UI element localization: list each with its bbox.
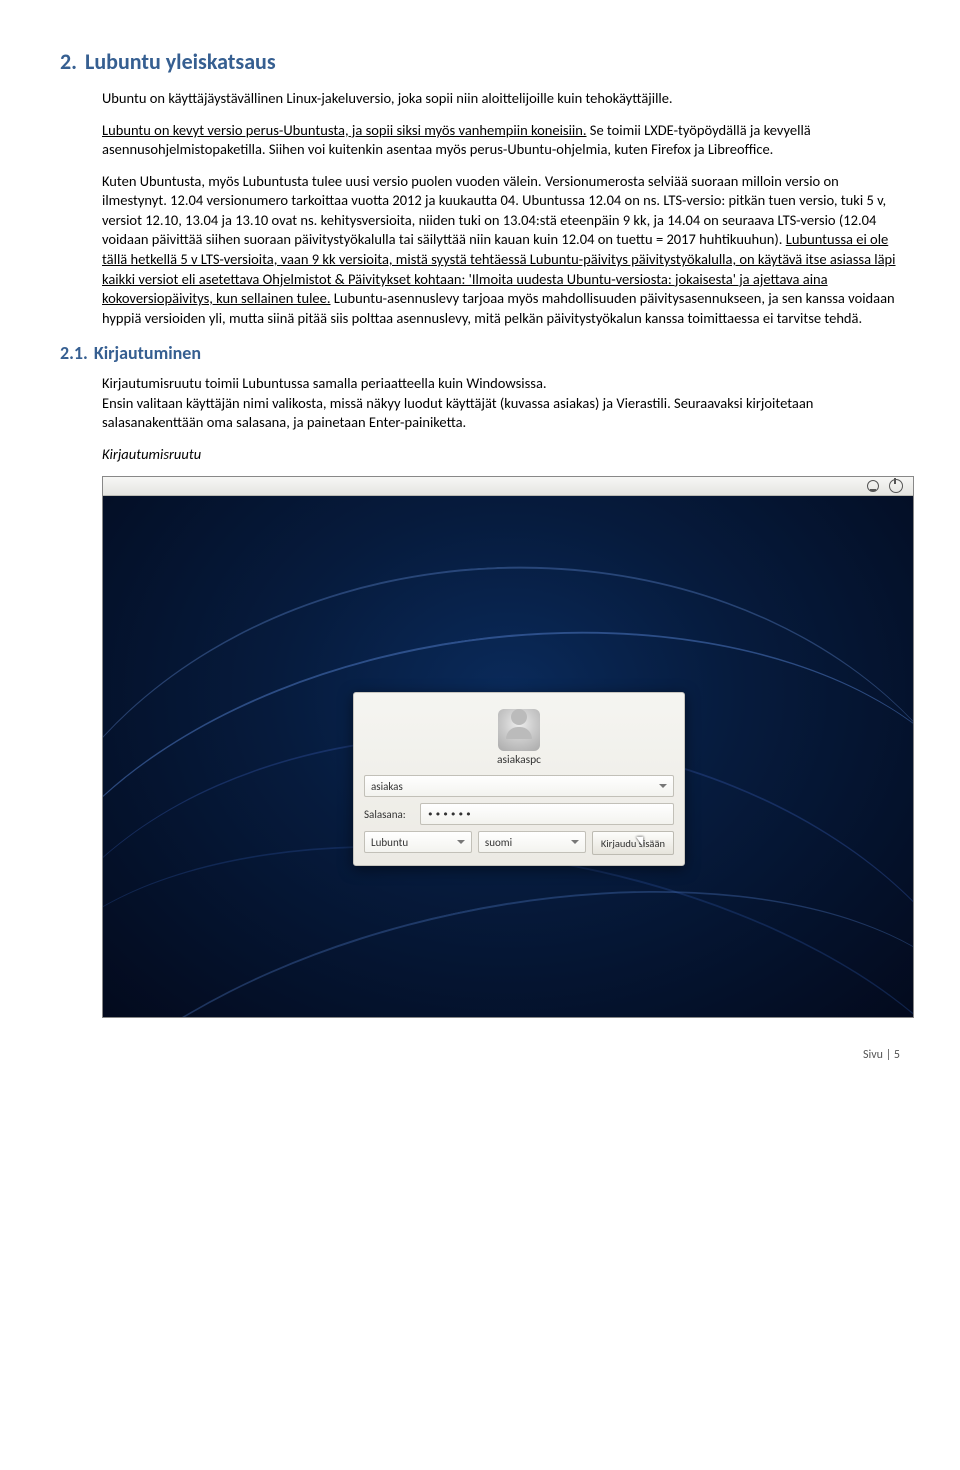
- paragraph-versions: Kuten Ubuntusta, myös Lubuntusta tulee u…: [102, 172, 900, 329]
- page-footer: Sivu | 5: [60, 1048, 900, 1062]
- session-select[interactable]: Lubuntu: [364, 831, 472, 853]
- paragraph-lubuntu-underline: Lubuntu on kevyt versio perus-Ubuntusta,…: [102, 121, 587, 139]
- paragraph-lubuntu: Lubuntu on kevyt versio perus-Ubuntusta,…: [102, 121, 900, 160]
- paragraph-login-desc: Kirjautumisruutu toimii Lubuntussa samal…: [102, 374, 900, 433]
- paragraph-versions-a: Kuten Ubuntusta, myös Lubuntusta tulee u…: [102, 172, 886, 249]
- chevron-down-icon: [571, 840, 579, 844]
- heading-3-number: 2.1.: [60, 342, 88, 364]
- password-label: Salasana:: [364, 808, 414, 821]
- user-select[interactable]: asiakas: [364, 775, 674, 797]
- top-panel: [103, 477, 913, 496]
- bottom-row: Lubuntu suomi Kirjaudu sisään: [364, 831, 674, 855]
- language-value: suomi: [485, 836, 512, 849]
- session-value: Lubuntu: [371, 836, 408, 849]
- screenshot-caption: Kirjautumisruutu: [102, 445, 900, 465]
- avatar-icon: [498, 709, 540, 751]
- login-dialog: asiakaspc asiakas Salasana: •••••• Lubun…: [353, 692, 685, 866]
- password-row: Salasana: ••••••: [364, 803, 674, 825]
- power-icon[interactable]: [889, 479, 903, 493]
- heading-2: 2. Lubuntu yleiskatsaus: [60, 48, 900, 75]
- heading-3: 2.1. Kirjautuminen: [60, 342, 900, 364]
- chevron-down-icon: [659, 784, 667, 788]
- user-row: asiakas: [364, 775, 674, 797]
- language-select[interactable]: suomi: [478, 831, 586, 853]
- login-button-label: Kirjaudu sisään: [601, 837, 665, 850]
- heading-2-number: 2.: [60, 48, 77, 75]
- paragraph-intro: Ubuntu on käyttäjäystävällinen Linux-jak…: [102, 89, 900, 109]
- password-value: ••••••: [427, 808, 473, 821]
- heading-2-title: Lubuntu yleiskatsaus: [85, 48, 276, 75]
- accessibility-icon[interactable]: [867, 480, 879, 492]
- password-input[interactable]: ••••••: [420, 803, 674, 825]
- hostname-label: asiakaspc: [364, 753, 674, 767]
- chevron-down-icon: [457, 840, 465, 844]
- login-button[interactable]: Kirjaudu sisään: [592, 831, 674, 855]
- heading-3-title: Kirjautuminen: [94, 342, 201, 364]
- user-select-value: asiakas: [371, 780, 403, 793]
- login-screenshot: asiakaspc asiakas Salasana: •••••• Lubun…: [102, 476, 914, 1018]
